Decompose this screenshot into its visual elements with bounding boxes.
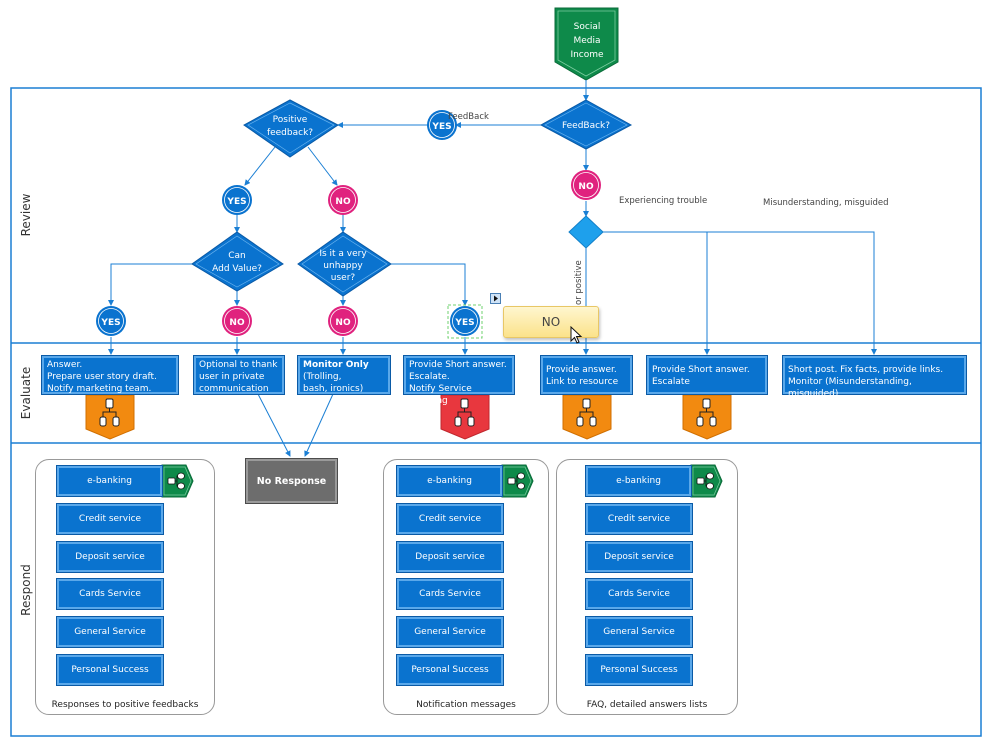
edge-label-feedback: FeedBack xyxy=(448,112,489,122)
respond-group-caption: Notification messages xyxy=(416,700,516,710)
evaluate-box-short-post[interactable]: Short post. Fix facts, provide links. Mo… xyxy=(782,355,967,399)
yes-connector-positive[interactable]: YES xyxy=(222,185,252,215)
no-response-box[interactable]: No Response xyxy=(245,458,338,504)
decision-label: Is it a very xyxy=(319,249,367,259)
expand-arrow-icon[interactable] xyxy=(490,293,501,304)
service-button[interactable]: Personal Success xyxy=(396,654,504,686)
service-button[interactable]: Cards Service xyxy=(585,578,693,610)
service-button[interactable]: Cards Service xyxy=(396,578,504,610)
service-button[interactable]: General Service xyxy=(56,616,164,648)
respond-group-caption: FAQ, detailed answers lists xyxy=(586,700,708,710)
service-button[interactable]: Personal Success xyxy=(56,654,164,686)
service-button[interactable]: Credit service xyxy=(585,503,693,535)
badge-orange-3 xyxy=(682,394,732,440)
no-connector-unhappy[interactable]: NO xyxy=(328,306,358,336)
service-button[interactable]: Deposit service xyxy=(56,541,164,573)
tooltip-label: NO xyxy=(541,315,561,329)
connector-label: YES xyxy=(100,318,120,328)
evaluate-box-answer[interactable]: Answer. Prepare user story draft. Notify… xyxy=(41,355,179,395)
decision-feedback[interactable]: FeedBack? xyxy=(539,99,633,150)
start-label-line: Media xyxy=(573,36,600,46)
lane-label-respond: Respond xyxy=(19,564,33,616)
connector-label-tooltip[interactable]: NO xyxy=(503,306,599,338)
lane-label-review: Review xyxy=(19,193,33,236)
evaluate-box-text: Provide Short answer. Escalate xyxy=(652,365,750,387)
service-button[interactable]: Deposit service xyxy=(396,541,504,573)
lane-label-evaluate: Evaluate xyxy=(19,367,33,419)
edge-label-experiencing-trouble: Experiencing trouble xyxy=(619,196,707,206)
start-social-media-income[interactable]: Social Media Income xyxy=(554,7,619,81)
service-button[interactable]: e-banking xyxy=(585,465,692,497)
service-button[interactable]: e-banking xyxy=(56,465,163,497)
service-button[interactable]: Cards Service xyxy=(56,578,164,610)
decision-add-value[interactable]: Can Add Value? xyxy=(191,231,284,292)
badge-orange-1 xyxy=(85,394,135,440)
service-button[interactable]: General Service xyxy=(585,616,693,648)
evaluate-box-text: Answer. Prepare user story draft. Notify… xyxy=(47,360,157,394)
connector-label: YES xyxy=(431,122,451,132)
service-button[interactable]: e-banking xyxy=(396,465,503,497)
decision-label: FeedBack? xyxy=(562,121,610,131)
evaluate-box-short-answer-escalate-notify[interactable]: Provide Short answer. Escalate. Notify S… xyxy=(403,355,515,406)
edge-label-or-positive: or positive xyxy=(574,260,584,305)
evaluate-box-text: Provide answer. Link to resource xyxy=(546,365,619,387)
no-connector-add-value[interactable]: NO xyxy=(222,306,252,336)
evaluate-box-text: Optional to thank user in private commun… xyxy=(199,360,278,394)
evaluate-box-monitor-only[interactable]: Monitor Only (Trolling, bash, ironics) xyxy=(297,355,391,395)
evaluate-box-text: Short post. Fix facts, provide links. Mo… xyxy=(788,365,944,399)
decision-label: user? xyxy=(331,273,356,283)
decision-positive-feedback[interactable]: Positive feedback? xyxy=(243,99,339,158)
start-label-line: Income xyxy=(570,50,604,60)
evaluate-box-short-answer-escalate[interactable]: Provide Short answer. Escalate xyxy=(646,355,768,395)
service-button[interactable]: Personal Success xyxy=(585,654,693,686)
edge-label-misunderstanding: Misunderstanding, misguided xyxy=(763,198,889,208)
connector-label: NO xyxy=(578,182,594,192)
decision-label: Add Value? xyxy=(212,264,262,274)
decision-unhappy-user[interactable]: Is it a very unhappy user? xyxy=(297,231,392,297)
evaluate-box-optional-thank[interactable]: Optional to thank user in private commun… xyxy=(193,355,285,395)
service-button[interactable]: Credit service xyxy=(56,503,164,535)
decision-label: unhappy xyxy=(323,261,363,271)
respond-group-caption: Responses to positive feedbacks xyxy=(51,700,199,710)
service-button[interactable]: Deposit service xyxy=(585,541,693,573)
no-connector-positive[interactable]: NO xyxy=(328,185,358,215)
evaluate-box-text: Provide Short answer. Escalate. Notify S… xyxy=(409,360,507,406)
service-button[interactable]: Credit service xyxy=(396,503,504,535)
yes-connector-add-value[interactable]: YES xyxy=(96,306,126,336)
evaluate-box-provide-answer[interactable]: Provide answer. Link to resource xyxy=(540,355,633,395)
no-connector-feedback[interactable]: NO xyxy=(571,170,601,200)
evaluate-box-text: (Trolling, bash, ironics) xyxy=(303,372,364,394)
badge-orange-2 xyxy=(562,394,612,440)
decision-trouble-gateway[interactable] xyxy=(568,215,604,249)
connector-label: NO xyxy=(335,197,351,207)
decision-label: Can xyxy=(228,251,246,261)
connector-label: NO xyxy=(335,318,351,328)
service-button[interactable]: General Service xyxy=(396,616,504,648)
decision-label: feedback? xyxy=(267,128,313,138)
connector-label: YES xyxy=(454,318,474,328)
yes-connector-unhappy-selected[interactable]: YES xyxy=(447,304,483,339)
start-label-line: Social xyxy=(574,22,601,32)
decision-label: Positive xyxy=(273,115,308,125)
mouse-cursor-icon xyxy=(570,326,583,344)
connector-label: YES xyxy=(226,197,246,207)
connector-label: NO xyxy=(229,318,245,328)
